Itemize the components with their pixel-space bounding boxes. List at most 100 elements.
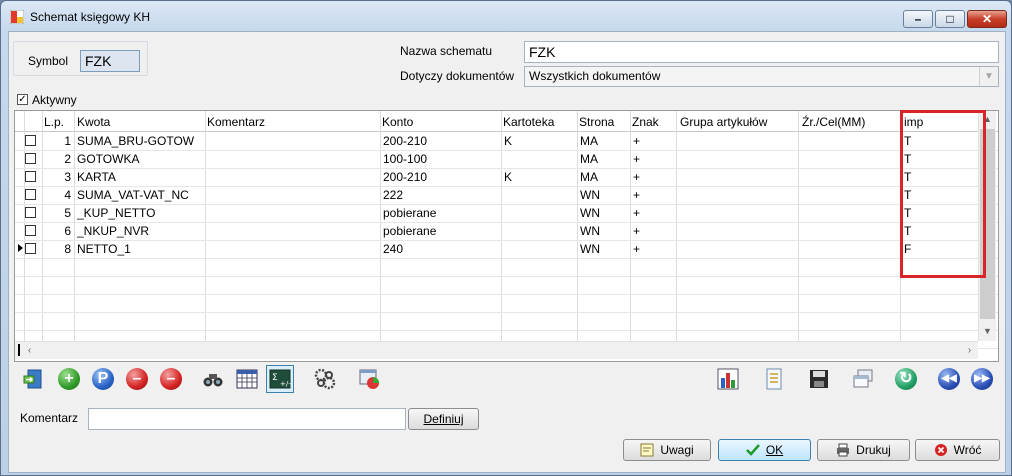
cell-imp[interactable]: T	[904, 134, 974, 148]
last-record-button[interactable]: ▶▶	[968, 365, 996, 393]
scroll-thumb[interactable]	[980, 129, 995, 319]
table-row[interactable]: 1 SUMA_BRU-GOTOW 200-210 K MA + T	[15, 132, 998, 151]
cell-lp[interactable]: 8	[45, 242, 71, 256]
col-header-komentarz[interactable]: Komentarz	[207, 115, 265, 129]
formula-button[interactable]: Σ +/-	[266, 365, 294, 393]
cell-kwota[interactable]: SUMA_BRU-GOTOW	[77, 134, 203, 148]
table-row[interactable]: 5 _KUP_NETTO pobierane WN + T	[15, 204, 998, 223]
table-row[interactable]: 2 GOTOWKA 100-100 MA + T	[15, 150, 998, 169]
row-checkbox[interactable]	[25, 135, 36, 146]
cell-lp[interactable]: 6	[45, 224, 71, 238]
cell-konto[interactable]: 222	[383, 188, 499, 202]
windows-button[interactable]	[849, 365, 877, 393]
symbol-field[interactable]: FZK	[80, 50, 140, 72]
cell-kartoteka[interactable]: K	[504, 134, 574, 148]
cell-strona[interactable]: WN	[580, 206, 628, 220]
col-header-zr-cel[interactable]: Źr./Cel(MM)	[802, 115, 865, 129]
cell-imp[interactable]: T	[904, 188, 974, 202]
komentarz-input[interactable]	[88, 408, 406, 430]
import-button[interactable]	[20, 365, 48, 393]
cell-imp[interactable]: T	[904, 206, 974, 220]
cell-znak[interactable]: +	[633, 170, 673, 184]
dotyczy-dokumentow-select[interactable]: Wszystkich dokumentów ▼	[524, 66, 999, 87]
cell-lp[interactable]: 2	[45, 152, 71, 166]
document-list-button[interactable]	[760, 365, 788, 393]
save-button[interactable]	[805, 365, 833, 393]
cell-imp[interactable]: T	[904, 224, 974, 238]
horizontal-scrollbar[interactable]: ‹ ›	[15, 341, 978, 359]
cell-strona[interactable]: MA	[580, 152, 628, 166]
cell-lp[interactable]: 3	[45, 170, 71, 184]
vertical-scrollbar[interactable]: ▲ ▼	[978, 111, 996, 341]
col-header-grupa[interactable]: Grupa artykułów	[680, 115, 767, 129]
cell-strona[interactable]: MA	[580, 134, 628, 148]
cell-znak[interactable]: +	[633, 206, 673, 220]
col-header-kartoteka[interactable]: Kartoteka	[503, 115, 554, 129]
scroll-left-icon[interactable]: ‹	[21, 342, 38, 359]
row-checkbox[interactable]	[25, 225, 36, 236]
cell-znak[interactable]: +	[633, 134, 673, 148]
scroll-right-icon[interactable]: ›	[961, 342, 978, 359]
cell-konto[interactable]: 200-210	[383, 170, 499, 184]
cell-lp[interactable]: 4	[45, 188, 71, 202]
cell-lp[interactable]: 1	[45, 134, 71, 148]
refresh-button[interactable]: ↻	[892, 365, 920, 393]
maximize-button[interactable]: □	[935, 10, 965, 28]
row-checkbox[interactable]	[25, 189, 36, 200]
cell-znak[interactable]: +	[633, 242, 673, 256]
aktywny-checkbox[interactable]: ✓	[17, 94, 28, 105]
cell-imp[interactable]: F	[904, 242, 974, 256]
settings-button[interactable]	[311, 365, 339, 393]
cell-strona[interactable]: WN	[580, 224, 628, 238]
cell-strona[interactable]: MA	[580, 170, 628, 184]
cell-konto[interactable]: 200-210	[383, 134, 499, 148]
edit-button[interactable]: P	[89, 365, 117, 393]
cell-imp[interactable]: T	[904, 152, 974, 166]
cell-konto[interactable]: pobierane	[383, 206, 499, 220]
col-header-strona[interactable]: Strona	[579, 115, 614, 129]
nazwa-schematu-input[interactable]: FZK	[524, 41, 999, 63]
cell-strona[interactable]: WN	[580, 188, 628, 202]
col-header-kwota[interactable]: Kwota	[77, 115, 110, 129]
row-checkbox[interactable]	[25, 243, 36, 254]
cell-konto[interactable]: 100-100	[383, 152, 499, 166]
title-bar[interactable]: Schemat księgowy KH – □ ✕	[1, 1, 1011, 31]
table-row[interactable]: 3 KARTA 200-210 K MA + T	[15, 168, 998, 187]
scroll-down-icon[interactable]: ▼	[979, 323, 996, 340]
cell-kwota[interactable]: _KUP_NETTO	[77, 206, 203, 220]
col-header-lp[interactable]: L.p.	[44, 115, 64, 129]
add-button[interactable]: +	[55, 365, 83, 393]
col-header-znak[interactable]: Znak	[632, 115, 659, 129]
cell-konto[interactable]: 240	[383, 242, 499, 256]
cell-kartoteka[interactable]: K	[504, 170, 574, 184]
delete-checked-button[interactable]: –	[157, 365, 185, 393]
table-row[interactable]: 4 SUMA_VAT-VAT_NC 222 WN + T	[15, 186, 998, 205]
col-header-konto[interactable]: Konto	[382, 115, 413, 129]
cell-strona[interactable]: WN	[580, 242, 628, 256]
row-checkbox[interactable]	[25, 153, 36, 164]
scroll-up-icon[interactable]: ▲	[979, 111, 996, 128]
close-button[interactable]: ✕	[967, 10, 1007, 28]
cell-lp[interactable]: 5	[45, 206, 71, 220]
delete-button[interactable]: –	[123, 365, 151, 393]
cell-imp[interactable]: T	[904, 170, 974, 184]
ok-button[interactable]: OK	[718, 439, 811, 461]
entries-grid[interactable]: L.p. Kwota Komentarz Konto Kartoteka Str…	[14, 110, 999, 362]
filter-button[interactable]	[233, 365, 261, 393]
table-row[interactable]: 8 NETTO_1 240 WN + F	[15, 240, 998, 259]
cell-kwota[interactable]: SUMA_VAT-VAT_NC	[77, 188, 203, 202]
cell-znak[interactable]: +	[633, 224, 673, 238]
cell-kwota[interactable]: KARTA	[77, 170, 203, 184]
uwagi-button[interactable]: Uwagi	[623, 439, 711, 461]
cell-kwota[interactable]: GOTOWKA	[77, 152, 203, 166]
drukuj-button[interactable]: Drukuj	[817, 439, 910, 461]
search-button[interactable]	[199, 365, 227, 393]
cell-kwota[interactable]: _NKUP_NVR	[77, 224, 203, 238]
cell-znak[interactable]: +	[633, 188, 673, 202]
cell-kwota[interactable]: NETTO_1	[77, 242, 203, 256]
row-checkbox[interactable]	[25, 207, 36, 218]
window-chart-button[interactable]	[355, 365, 383, 393]
row-checkbox[interactable]	[25, 171, 36, 182]
wroc-button[interactable]: Wróć	[915, 439, 1000, 461]
chevron-down-icon[interactable]: ▼	[979, 67, 998, 86]
